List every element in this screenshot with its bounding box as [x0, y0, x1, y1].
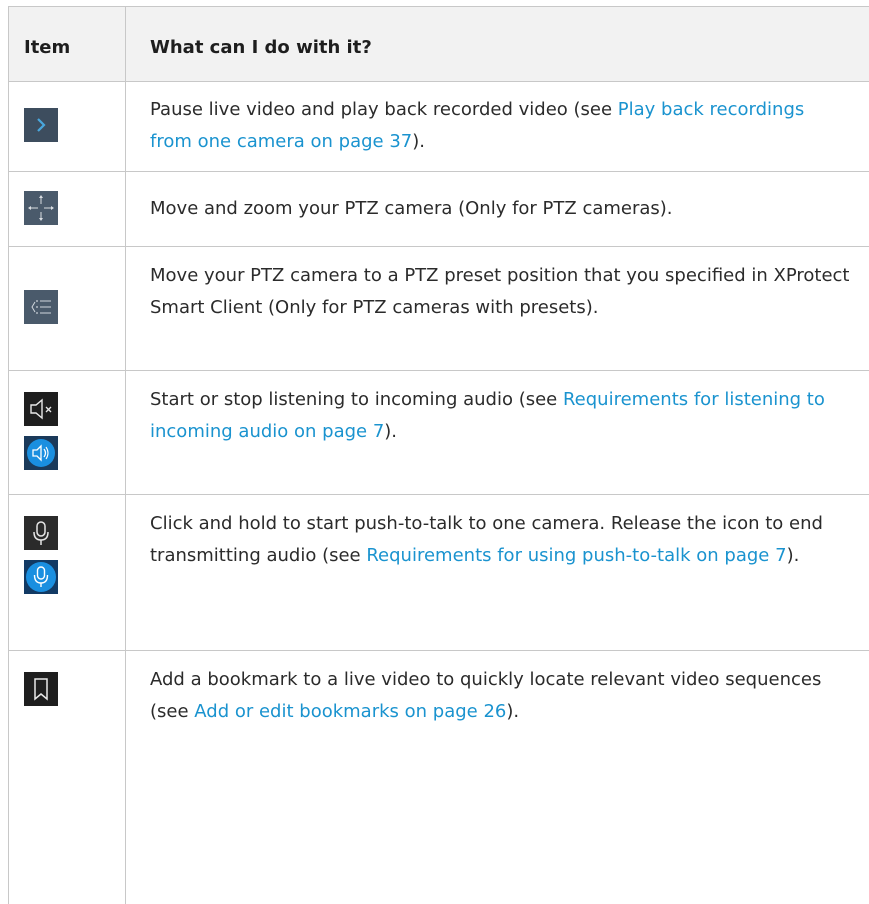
header-description: What can I do with it? — [150, 37, 372, 58]
link-push-to-talk-requirements[interactable]: Requirements for using push-to-talk on p… — [366, 545, 786, 566]
row-divider — [8, 246, 869, 247]
bookmark-icon — [24, 672, 58, 706]
link-add-edit-bookmarks[interactable]: Add or edit bookmarks on page 26 — [194, 701, 506, 722]
ptz-preset-list-icon — [24, 290, 58, 324]
header-item: Item — [24, 37, 71, 58]
row-description: Move your PTZ camera to a PTZ preset pos… — [150, 265, 850, 318]
ptz-move-icon — [24, 191, 58, 225]
row-description: Click and hold to start push-to-talk to … — [150, 513, 823, 566]
table-border-top — [8, 6, 869, 7]
speaker-active-icon — [24, 436, 58, 470]
chevron-right-icon — [24, 108, 58, 142]
speaker-muted-icon — [24, 392, 58, 426]
table-header-row — [8, 6, 869, 81]
features-table: Item What can I do with it? Pause live v… — [8, 6, 869, 904]
microphone-active-icon — [24, 560, 58, 594]
row-description: Add a bookmark to a live video to quickl… — [150, 669, 822, 722]
row-description: Move and zoom your PTZ camera (Only for … — [150, 198, 673, 219]
column-divider — [125, 6, 126, 904]
row-divider — [8, 370, 869, 371]
row-divider — [8, 650, 869, 651]
row-divider — [8, 171, 869, 172]
row-divider — [8, 81, 869, 82]
microphone-icon — [24, 516, 58, 550]
row-description: Pause live video and play back recorded … — [150, 99, 805, 152]
table-border-left — [8, 6, 9, 904]
row-description: Start or stop listening to incoming audi… — [150, 389, 825, 442]
row-divider — [8, 494, 869, 495]
